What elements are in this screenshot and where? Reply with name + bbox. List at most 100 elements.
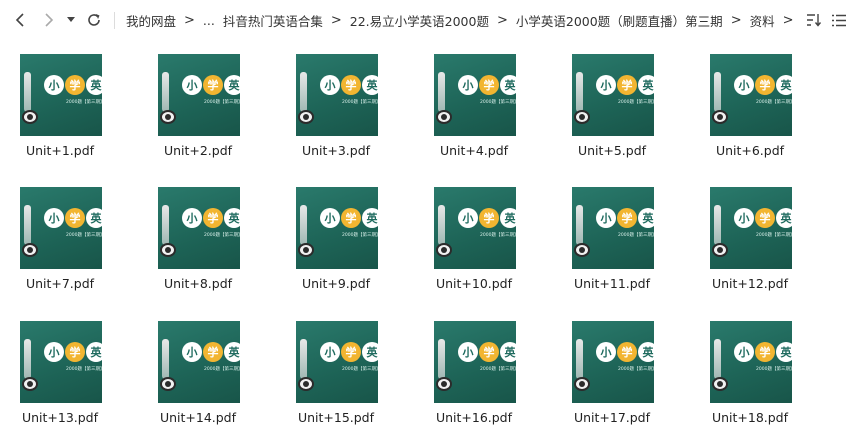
file-name: Unit+15.pdf: [297, 410, 375, 425]
thumbnail-char: 学: [617, 208, 637, 228]
thumbnail-caption: 2000题【第三期】: [342, 233, 378, 238]
thumbnail-char: 英: [500, 342, 516, 362]
test-tube-graphic: [438, 72, 445, 112]
file-tile[interactable]: 小学英 2000题【第三期】 Unit+9.pdf: [276, 173, 396, 293]
test-tube-graphic: [24, 339, 31, 379]
file-tile[interactable]: 小学英 2000题【第三期】 Unit+1.pdf: [0, 40, 120, 160]
file-tile[interactable]: 小学英 2000题【第三期】 Unit+10.pdf: [414, 173, 534, 293]
thumbnail-char: 小: [44, 342, 64, 362]
file-thumbnail: 小学英 2000题【第三期】: [296, 187, 378, 269]
thumbnail-char: 英: [362, 75, 378, 95]
breadcrumb-ellipsis[interactable]: ...: [203, 13, 215, 28]
test-tube-graphic: [714, 72, 721, 112]
refresh-button[interactable]: [83, 8, 105, 32]
file-thumbnail: 小学英 2000题【第三期】: [434, 187, 516, 269]
file-tile[interactable]: 小学英 2000题【第三期】 Unit+13.pdf: [0, 307, 120, 427]
thumbnail-caption: 2000题【第三期】: [342, 367, 378, 372]
sort-button[interactable]: [803, 8, 825, 32]
thumbnail-caption: 2000题【第三期】: [204, 100, 240, 105]
thumbnail-caption: 2000题【第三期】: [480, 233, 516, 238]
file-grid: 小学英 2000题【第三期】 Unit+1.pdf 小学英 2000题【第三期】 Unit…: [0, 40, 844, 427]
file-name: Unit+2.pdf: [163, 143, 233, 158]
thumbnail-char: 学: [341, 208, 361, 228]
breadcrumb-item-course[interactable]: 22.易立小学英语2000题: [350, 11, 489, 30]
test-tube-graphic: [576, 72, 583, 112]
file-thumbnail: 小学英 2000题【第三期】: [710, 54, 792, 136]
file-tile[interactable]: 小学英 2000题【第三期】 Unit+4.pdf: [414, 40, 534, 160]
file-tile[interactable]: 小学英 2000题【第三期】 Unit+3.pdf: [276, 40, 396, 160]
file-name: Unit+16.pdf: [435, 410, 513, 425]
file-thumbnail: 小学英 2000题【第三期】: [572, 187, 654, 269]
thumbnail-char: 学: [65, 75, 85, 95]
file-name: Unit+10.pdf: [435, 276, 513, 291]
scrollbar[interactable]: [844, 40, 856, 427]
thumbnail-char: 小: [734, 75, 754, 95]
file-tile[interactable]: 小学英 2000题【第三期】 Unit+12.pdf: [690, 173, 810, 293]
file-thumbnail: 小学英 2000题【第三期】: [710, 321, 792, 403]
file-thumbnail: 小学英 2000题【第三期】: [572, 321, 654, 403]
thumbnail-caption: 2000题【第三期】: [756, 367, 792, 372]
thumbnail-char: 学: [65, 208, 85, 228]
thumbnail-caption: 2000题【第三期】: [66, 100, 102, 105]
thumbnail-char: 学: [617, 342, 637, 362]
thumbnail-caption: 2000题【第三期】: [756, 233, 792, 238]
breadcrumb-item-root[interactable]: 我的网盘: [126, 11, 176, 30]
file-tile[interactable]: 小学英 2000题【第三期】 Unit+17.pdf: [552, 307, 672, 427]
thumbnail-char: 英: [224, 75, 240, 95]
file-tile[interactable]: 小学英 2000题【第三期】 Unit+7.pdf: [0, 173, 120, 293]
chevron-right-icon: [45, 13, 54, 27]
file-thumbnail: 小学英 2000题【第三期】: [20, 187, 102, 269]
test-tube-graphic: [714, 205, 721, 245]
file-name: Unit+13.pdf: [21, 410, 99, 425]
file-tile[interactable]: 小学英 2000题【第三期】 Unit+2.pdf: [138, 40, 258, 160]
file-tile[interactable]: 小学英 2000题【第三期】 Unit+5.pdf: [552, 40, 672, 160]
flask-dot-graphic: [579, 247, 585, 253]
sort-icon: [807, 14, 822, 27]
test-tube-graphic: [162, 72, 169, 112]
list-view-button[interactable]: [828, 8, 850, 32]
file-thumbnail: 小学英 2000题【第三期】: [158, 54, 240, 136]
thumbnail-caption: 2000题【第三期】: [618, 100, 654, 105]
flask-dot-graphic: [717, 381, 723, 387]
breadcrumb-item-season[interactable]: 小学英语2000题（刷题直播）第三期: [516, 11, 723, 30]
test-tube-graphic: [300, 72, 307, 112]
file-tile[interactable]: 小学英 2000题【第三期】 Unit+16.pdf: [414, 307, 534, 427]
thumbnail-char: 英: [362, 208, 378, 228]
toolbar: 我的网盘 > ... 抖音热门英语合集 > 22.易立小学英语2000题 > 小…: [0, 0, 856, 40]
thumbnail-char: 小: [44, 208, 64, 228]
file-name: Unit+18.pdf: [711, 410, 789, 425]
thumbnail-char: 英: [500, 75, 516, 95]
back-button[interactable]: [9, 8, 31, 32]
file-name: Unit+7.pdf: [25, 276, 95, 291]
thumbnail-char: 英: [86, 208, 102, 228]
thumbnail-char: 英: [224, 342, 240, 362]
file-tile[interactable]: 小学英 2000题【第三期】 Unit+11.pdf: [552, 173, 672, 293]
list-view-icon: [832, 14, 846, 26]
file-thumbnail: 小学英 2000题【第三期】: [158, 321, 240, 403]
test-tube-graphic: [438, 339, 445, 379]
file-name: Unit+17.pdf: [573, 410, 651, 425]
history-dropdown-button[interactable]: [63, 8, 79, 32]
thumbnail-char: 小: [734, 208, 754, 228]
file-tile[interactable]: 小学英 2000题【第三期】 Unit+15.pdf: [276, 307, 396, 427]
file-tile[interactable]: 小学英 2000题【第三期】 Unit+6.pdf: [690, 40, 810, 160]
thumbnail-char: 学: [341, 342, 361, 362]
flask-dot-graphic: [441, 381, 447, 387]
file-tile[interactable]: 小学英 2000题【第三期】 Unit+8.pdf: [138, 173, 258, 293]
thumbnail-char: 小: [182, 208, 202, 228]
breadcrumb-item-current[interactable]: 资料: [750, 11, 775, 30]
file-tile[interactable]: 小学英 2000题【第三期】 Unit+14.pdf: [138, 307, 258, 427]
thumbnail-caption: 2000题【第三期】: [342, 100, 378, 105]
test-tube-graphic: [714, 339, 721, 379]
thumbnail-char: 学: [755, 342, 775, 362]
flask-dot-graphic: [441, 247, 447, 253]
thumbnail-char: 小: [458, 342, 478, 362]
breadcrumb-item-collection[interactable]: 抖音热门英语合集: [223, 11, 323, 30]
flask-dot-graphic: [165, 114, 171, 120]
test-tube-graphic: [576, 339, 583, 379]
file-tile[interactable]: 小学英 2000题【第三期】 Unit+18.pdf: [690, 307, 810, 427]
file-thumbnail: 小学英 2000题【第三期】: [572, 54, 654, 136]
flask-dot-graphic: [27, 114, 33, 120]
thumbnail-char: 小: [182, 342, 202, 362]
forward-button[interactable]: [38, 8, 60, 32]
